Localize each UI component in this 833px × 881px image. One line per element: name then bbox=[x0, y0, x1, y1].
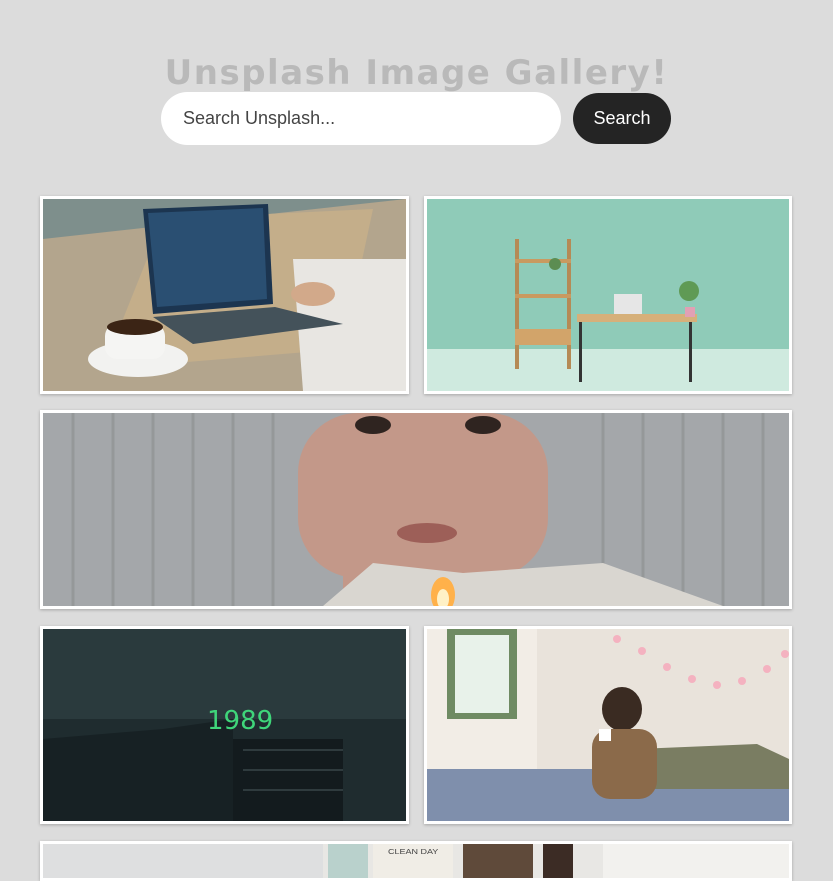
product-label-clean-day: CLEAN DAY bbox=[388, 847, 439, 856]
green-desk-image bbox=[427, 199, 789, 391]
man-lighter-image bbox=[43, 413, 789, 606]
search-button[interactable]: Search bbox=[573, 93, 671, 144]
building-sign-1989: 1989 bbox=[207, 706, 273, 736]
page-title: Unsplash Image Gallery! bbox=[164, 52, 669, 93]
gallery-photo-laptop-coffee[interactable] bbox=[40, 196, 409, 394]
search-input[interactable] bbox=[161, 92, 561, 145]
gallery-photo-woman-bed[interactable] bbox=[424, 626, 792, 824]
kitchen-counter-image: CLEAN DAY bbox=[43, 844, 789, 878]
laptop-coffee-image bbox=[43, 199, 406, 391]
gallery-photo-man-lighter[interactable] bbox=[40, 410, 792, 609]
gallery-photo-green-desk[interactable] bbox=[424, 196, 792, 394]
gallery-photo-dark-building[interactable]: 1989 bbox=[40, 626, 409, 824]
woman-bed-image bbox=[427, 629, 789, 821]
gallery-photo-kitchen-counter[interactable]: CLEAN DAY bbox=[40, 841, 792, 881]
dark-building-image: 1989 bbox=[43, 629, 406, 821]
